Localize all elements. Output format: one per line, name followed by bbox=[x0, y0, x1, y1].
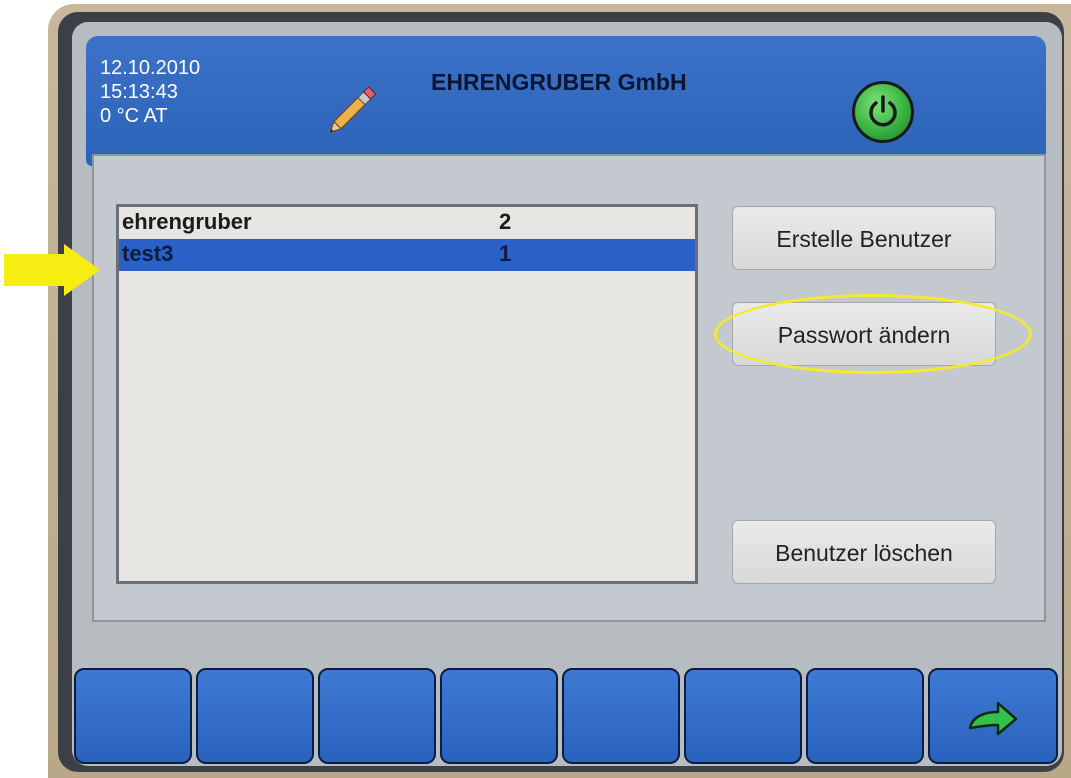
user-name: ehrengruber bbox=[122, 209, 252, 234]
create-user-button[interactable]: Erstelle Benutzer bbox=[732, 206, 996, 270]
function-key-5[interactable] bbox=[562, 668, 680, 764]
power-button[interactable] bbox=[852, 81, 914, 143]
status-info: 12.10.2010 15:13:43 0 °C AT bbox=[100, 56, 200, 128]
highlight-ellipse bbox=[714, 294, 1032, 374]
user-level: 1 bbox=[499, 241, 512, 266]
date-label: 12.10.2010 bbox=[100, 57, 201, 79]
time-label: 15:13:43 bbox=[100, 81, 178, 103]
back-arrow-icon bbox=[968, 701, 1018, 736]
temperature-label: 0 °C AT bbox=[100, 105, 168, 127]
function-key-4[interactable] bbox=[440, 668, 558, 764]
list-item-selected[interactable]: test3 1 bbox=[119, 239, 695, 271]
company-name: EHRENGRUBER GmbH bbox=[431, 69, 687, 95]
user-name: test3 bbox=[122, 241, 174, 266]
function-key-7[interactable] bbox=[806, 668, 924, 764]
header-bar: 12.10.2010 15:13:43 0 °C AT EHRENGRUBER … bbox=[86, 36, 1046, 166]
pointer-arrow-icon bbox=[4, 244, 100, 296]
function-key-6[interactable] bbox=[684, 668, 802, 764]
power-icon bbox=[869, 95, 897, 127]
touch-screen: 12.10.2010 15:13:43 0 °C AT EHRENGRUBER … bbox=[72, 22, 1062, 766]
function-key-2[interactable] bbox=[196, 668, 314, 764]
list-item[interactable]: ehrengruber 2 bbox=[119, 207, 695, 239]
function-key-1[interactable] bbox=[74, 668, 192, 764]
delete-user-button[interactable]: Benutzer löschen bbox=[732, 520, 996, 584]
user-list[interactable]: ehrengruber 2 test3 1 bbox=[116, 204, 698, 584]
function-key-3[interactable] bbox=[318, 668, 436, 764]
user-level: 2 bbox=[499, 209, 512, 234]
function-key-back[interactable] bbox=[928, 668, 1058, 764]
function-key-bar bbox=[72, 668, 1062, 766]
pencil-icon[interactable] bbox=[318, 76, 388, 146]
